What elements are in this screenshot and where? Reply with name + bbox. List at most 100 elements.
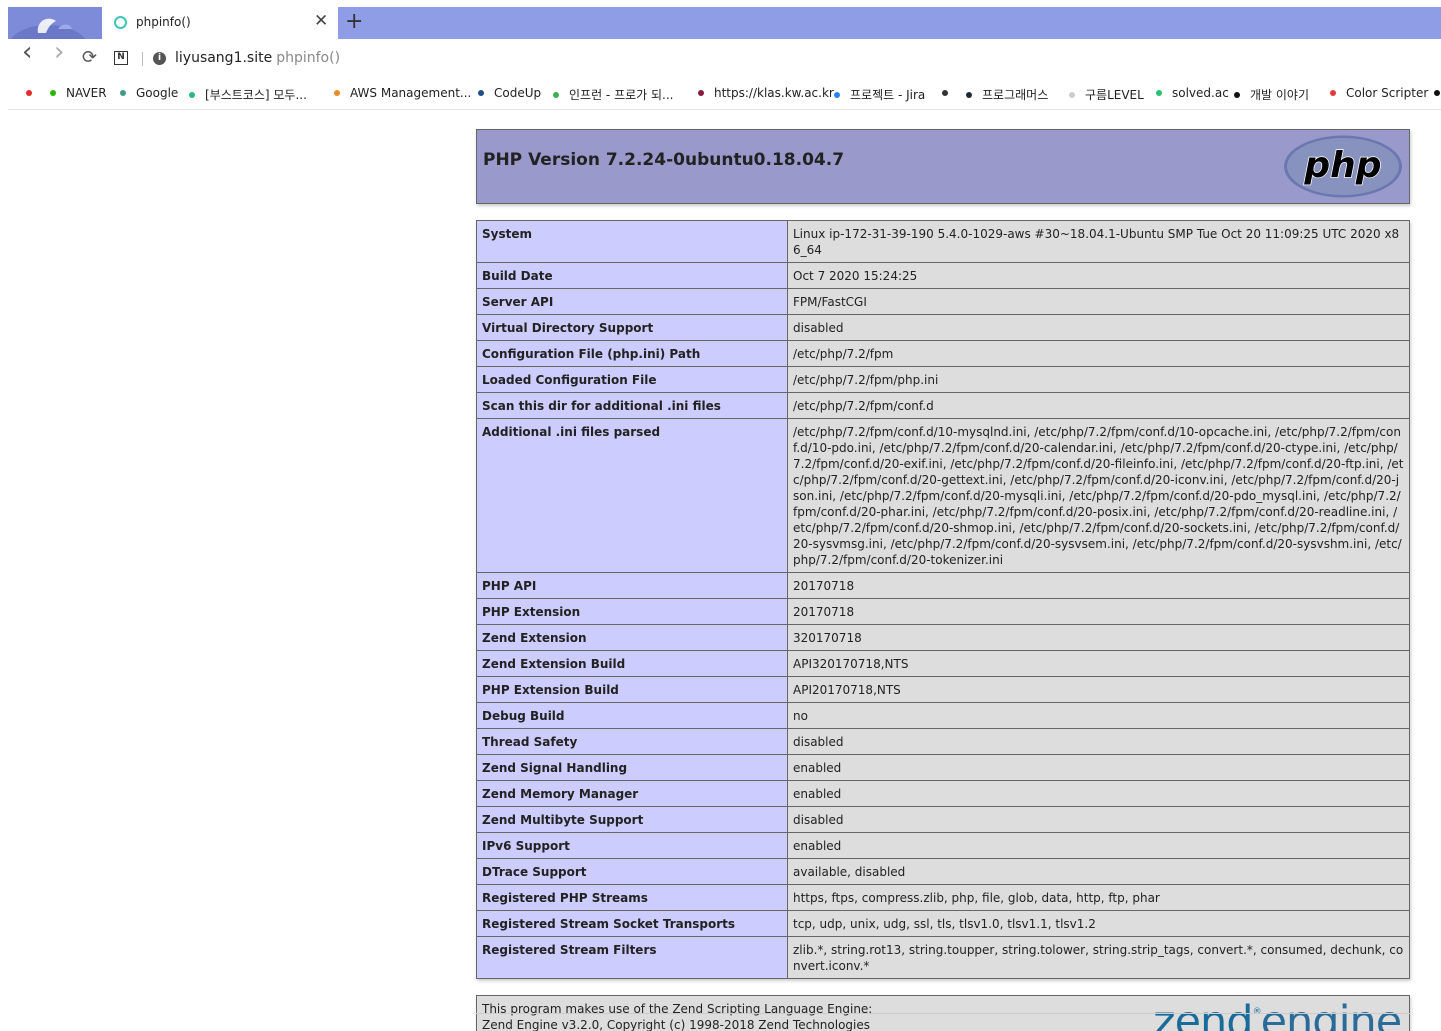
url-page-name: phpinfo() <box>276 50 341 66</box>
table-row: Zend Extension 320170718 <box>476 624 1410 651</box>
reload-button[interactable]: ⟳ <box>82 48 97 68</box>
bookmark-favicon-icon <box>698 90 704 96</box>
bookmark-item[interactable]: 개발 이야기 <box>1234 86 1309 103</box>
back-button[interactable]: ‹ <box>22 39 32 65</box>
row-key: Zend Memory Manager <box>476 780 788 807</box>
phpinfo-table: System Linux ip-172-31-39-190 5.4.0-1029-… <box>476 220 1410 979</box>
zend-engine-logo: zend®engine <box>1153 997 1402 1031</box>
bookmark-favicon-icon <box>553 92 559 98</box>
bookmark-item[interactable]: 구름LEVEL <box>1069 86 1144 103</box>
row-key: DTrace Support <box>476 858 788 885</box>
info-icon[interactable]: i <box>153 52 166 65</box>
bookmark-label: 인프런 - 프로가 되... <box>569 88 674 102</box>
table-row: IPv6 Support enabled <box>476 832 1410 859</box>
row-key: Additional .ini files parsed <box>476 418 788 573</box>
bookmark-item[interactable]: Google <box>120 86 178 100</box>
close-icon[interactable]: ✕ <box>314 11 328 31</box>
row-value: Linux ip-172-31-39-190 5.4.0-1029-aws #3… <box>787 220 1410 263</box>
row-value: API20170718,NTS <box>787 676 1410 703</box>
bookmark-item[interactable]: https://klas.kw.ac.kr <box>698 86 834 100</box>
phpinfo-content: PHP Version 7.2.24-0ubuntu0.18.04.7 php … <box>476 129 1410 1031</box>
row-value: FPM/FastCGI <box>787 288 1410 315</box>
table-row: Registered PHP Streams https, ftps, compr… <box>476 884 1410 911</box>
table-row: Virtual Directory Support disabled <box>476 314 1410 341</box>
n-icon[interactable]: N <box>114 51 128 65</box>
row-value: 20170718 <box>787 572 1410 599</box>
zend-logo-zend: zend <box>1153 997 1254 1031</box>
row-value: disabled <box>787 728 1410 755</box>
bookmark-label: 구름LEVEL <box>1085 88 1144 102</box>
url-field[interactable]: liyusang1.site phpinfo() <box>175 50 340 66</box>
row-value: 20170718 <box>787 598 1410 625</box>
browser-logo <box>8 7 102 39</box>
row-key: Server API <box>476 288 788 315</box>
row-value: zlib.*, string.rot13, string.toupper, st… <box>787 936 1410 979</box>
row-value: API320170718,NTS <box>787 650 1410 677</box>
row-key: Zend Multibyte Support <box>476 806 788 833</box>
bookmarks-bar: NAVER Google [부스트코스] 모두... AWS Management..… <box>8 80 1441 110</box>
row-value: enabled <box>787 754 1410 781</box>
bookmark-item[interactable] <box>942 86 958 100</box>
php-logo-text: php <box>1303 145 1381 186</box>
row-value: /etc/php/7.2/fpm/conf.d <box>787 392 1410 419</box>
bookmark-item[interactable]: AWS Management... <box>334 86 471 100</box>
tab-phpinfo[interactable]: phpinfo() ✕ <box>102 7 338 39</box>
bookmark-item[interactable]: [부스트코스] 모두... <box>189 86 307 103</box>
row-value: disabled <box>787 314 1410 341</box>
forward-button[interactable]: › <box>54 39 64 65</box>
table-row: Zend Multibyte Support disabled <box>476 806 1410 833</box>
row-key: Zend Extension <box>476 624 788 651</box>
bookmark-item[interactable]: Color Scripter <box>1330 86 1428 100</box>
bookmark-favicon-icon <box>334 90 340 96</box>
bookmark-item[interactable]: 프로그래머스 <box>966 86 1048 103</box>
bookmark-favicon-icon <box>478 90 484 96</box>
bookmark-item[interactable] <box>26 86 42 100</box>
bookmark-item[interactable]: 프로젝트 - Jira <box>834 86 925 103</box>
row-key: Registered PHP Streams <box>476 884 788 911</box>
loading-icon <box>114 16 127 29</box>
bookmark-item[interactable]: NAVER <box>50 86 107 100</box>
tab-bar: phpinfo() ✕ + <box>8 7 1441 39</box>
bookmark-item[interactable]: CodeUp <box>478 86 541 100</box>
table-row: Loaded Configuration File/etc/php/7.2/fp… <box>476 366 1410 393</box>
table-row: Debug Build no <box>476 702 1410 729</box>
bookmark-favicon-icon <box>189 92 195 98</box>
bookmark-item[interactable]: 인프런 - 프로가 되... <box>553 86 674 103</box>
url-host: liyusang1.site <box>175 50 273 66</box>
new-tab-button[interactable]: + <box>345 9 363 34</box>
bookmark-label: [부스트코스] 모두... <box>205 88 307 102</box>
row-key: PHP API <box>476 572 788 599</box>
bookmark-item[interactable] <box>1434 86 1441 100</box>
bookmark-favicon-icon <box>834 92 840 98</box>
row-key: Registered Stream Socket Transports <box>476 910 788 937</box>
bookmark-favicon-icon <box>966 92 972 98</box>
table-row: Registered Stream Socket Transports tcp, … <box>476 910 1410 937</box>
row-key: PHP Extension <box>476 598 788 625</box>
row-key: Scan this dir for additional .ini files <box>476 392 788 419</box>
table-row: PHP Extension Build API20170718,NTS <box>476 676 1410 703</box>
row-value: available, disabled <box>787 858 1410 885</box>
bookmark-label: NAVER <box>66 86 107 100</box>
registered-mark: ® <box>1252 1007 1262 1017</box>
table-row: System Linux ip-172-31-39-190 5.4.0-1029-… <box>476 220 1410 263</box>
bookmark-item[interactable]: solved.ac <box>1156 86 1229 100</box>
row-value: no <box>787 702 1410 729</box>
row-value: disabled <box>787 806 1410 833</box>
row-value: /etc/php/7.2/fpm/php.ini <box>787 366 1410 393</box>
row-value: /etc/php/7.2/fpm <box>787 340 1410 367</box>
divider <box>476 1013 1410 1014</box>
row-key: System <box>476 220 788 263</box>
row-value: https, ftps, compress.zlib, php, file, g… <box>787 884 1410 911</box>
row-key: PHP Extension Build <box>476 676 788 703</box>
table-row: DTrace Support available, disabled <box>476 858 1410 885</box>
row-key: IPv6 Support <box>476 832 788 859</box>
address-separator <box>142 52 143 66</box>
row-value: /etc/php/7.2/fpm/conf.d/10-mysqlnd.ini, … <box>787 418 1410 573</box>
bookmark-label: Color Scripter <box>1346 86 1429 100</box>
address-bar: ‹ › ⟳ N i liyusang1.site phpinfo() <box>8 39 1441 76</box>
tab-title: phpinfo() <box>136 15 191 29</box>
table-row: Build Date Oct 7 2020 15:24:25 <box>476 262 1410 289</box>
bookmark-favicon-icon <box>1069 92 1075 98</box>
page-title: PHP Version 7.2.24-0ubuntu0.18.04.7 <box>483 150 845 170</box>
table-row: Scan this dir for additional .ini files /… <box>476 392 1410 419</box>
